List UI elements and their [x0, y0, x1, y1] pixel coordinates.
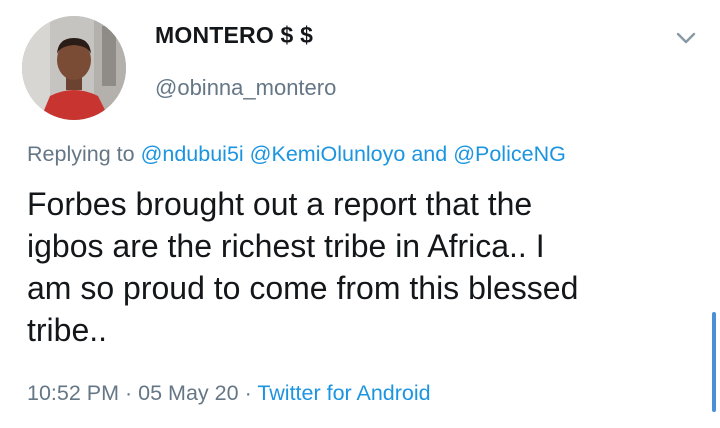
tweet-text-line: igbos are the richest tribe in Africa.. …	[27, 228, 545, 264]
separator: ·	[244, 381, 252, 405]
tweet-date: 05 May 20	[138, 381, 239, 405]
mention-link[interactable]: @PoliceNG	[453, 142, 566, 166]
tweet-text-line: am so proud to come from this blessed	[27, 270, 579, 306]
tweet-text-line: Forbes brought out a report that the	[27, 186, 533, 222]
source-link[interactable]: Twitter for Android	[257, 381, 430, 405]
tweet-card: MONTERO $ $ @obinna_montero Replying to …	[0, 0, 720, 428]
avatar[interactable]	[22, 16, 126, 120]
mention-link[interactable]: @ndubui5i	[141, 142, 244, 166]
display-name[interactable]: MONTERO $ $	[155, 22, 313, 49]
tweet-text-line: tribe..	[27, 312, 108, 348]
mention-link[interactable]: @KemiOlunloyo	[250, 142, 406, 166]
scroll-indicator[interactable]	[712, 312, 716, 412]
mention-joiner: and	[411, 142, 448, 166]
tweet-text: Forbes brought out a report that the igb…	[27, 183, 667, 351]
profile-photo	[22, 16, 126, 120]
tweet-time: 10:52 PM	[27, 381, 120, 405]
separator: ·	[125, 381, 133, 405]
chevron-down-icon[interactable]	[672, 24, 700, 52]
reply-prefix: Replying to	[27, 142, 135, 166]
reply-context: Replying to @ndubui5i @KemiOlunloyo and …	[27, 142, 566, 167]
tweet-metadata: 10:52 PM · 05 May 20 · Twitter for Andro…	[27, 381, 431, 406]
user-handle[interactable]: @obinna_montero	[155, 75, 336, 101]
